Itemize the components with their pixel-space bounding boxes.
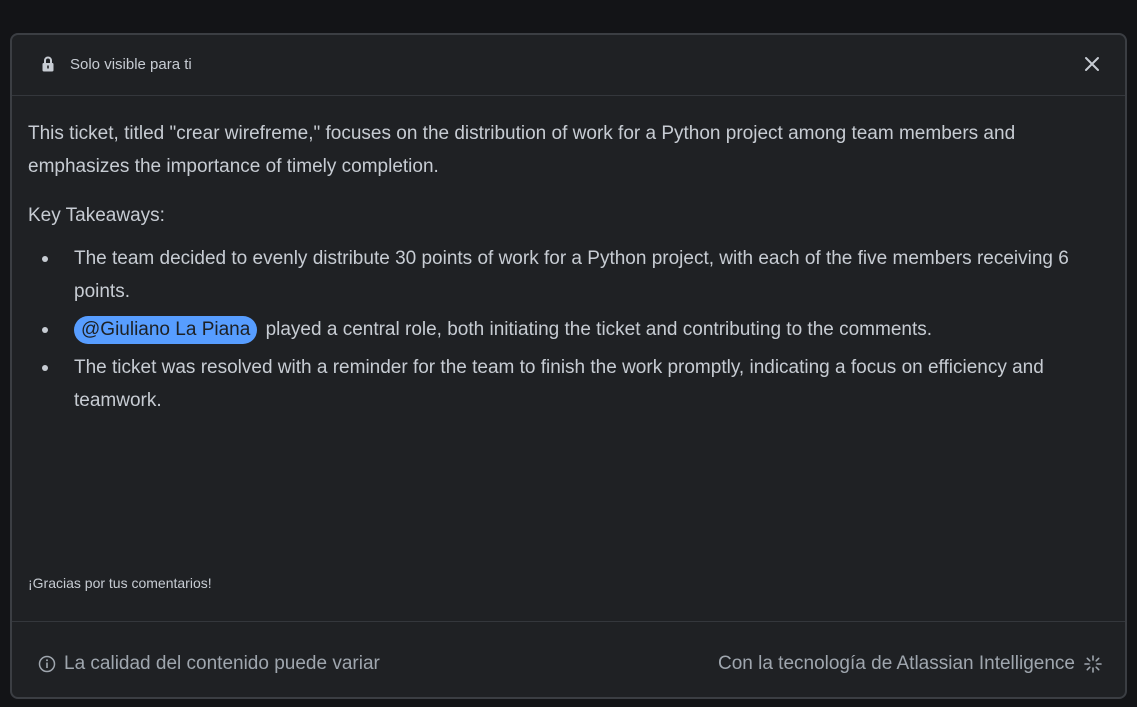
summary-body: This ticket, titled "crear wirefreme," f… — [28, 117, 1099, 422]
list-item: The team decided to evenly distribute 30… — [42, 242, 1099, 308]
info-icon — [38, 655, 56, 673]
visibility-label: Solo visible para ti — [70, 56, 192, 73]
list-item: @Giuliano La Piana played a central role… — [42, 313, 1099, 346]
panel-header: Solo visible para ti — [12, 35, 1125, 96]
bullet-icon — [42, 327, 48, 333]
key-takeaways-heading: Key Takeaways: — [28, 205, 165, 226]
quality-disclaimer: La calidad del contenido puede variar — [38, 653, 380, 675]
user-mention[interactable]: @Giuliano La Piana — [74, 316, 258, 344]
takeaway-text: The ticket was resolved with a reminder … — [74, 357, 1044, 411]
takeaway-text: played a central role, both initiating t… — [265, 319, 933, 340]
list-item: The ticket was resolved with a reminder … — [42, 351, 1099, 417]
powered-by-text: Con la tecnología de Atlassian Intellige… — [717, 653, 1075, 674]
summary-intro: This ticket, titled "crear wirefreme," f… — [28, 123, 1016, 177]
powered-by-link[interactable]: Con la tecnología de Atlassian Intellige… — [718, 653, 1103, 675]
sparkle-icon — [1084, 655, 1102, 673]
bullet-icon — [42, 256, 48, 262]
takeaway-text: The team decided to evenly distribute 30… — [74, 248, 1069, 302]
lock-icon — [42, 56, 54, 72]
feedback-thanks: ¡Gracias por tus comentarios! — [28, 575, 212, 591]
disclaimer-text: La calidad del contenido puede variar — [64, 653, 380, 674]
bullet-icon — [42, 365, 48, 371]
ai-summary-panel: Solo visible para ti This ticket, titled… — [10, 33, 1127, 699]
takeaways-list: The team decided to evenly distribute 30… — [28, 242, 1099, 417]
close-icon[interactable] — [1079, 51, 1105, 77]
footer-divider — [12, 621, 1125, 622]
